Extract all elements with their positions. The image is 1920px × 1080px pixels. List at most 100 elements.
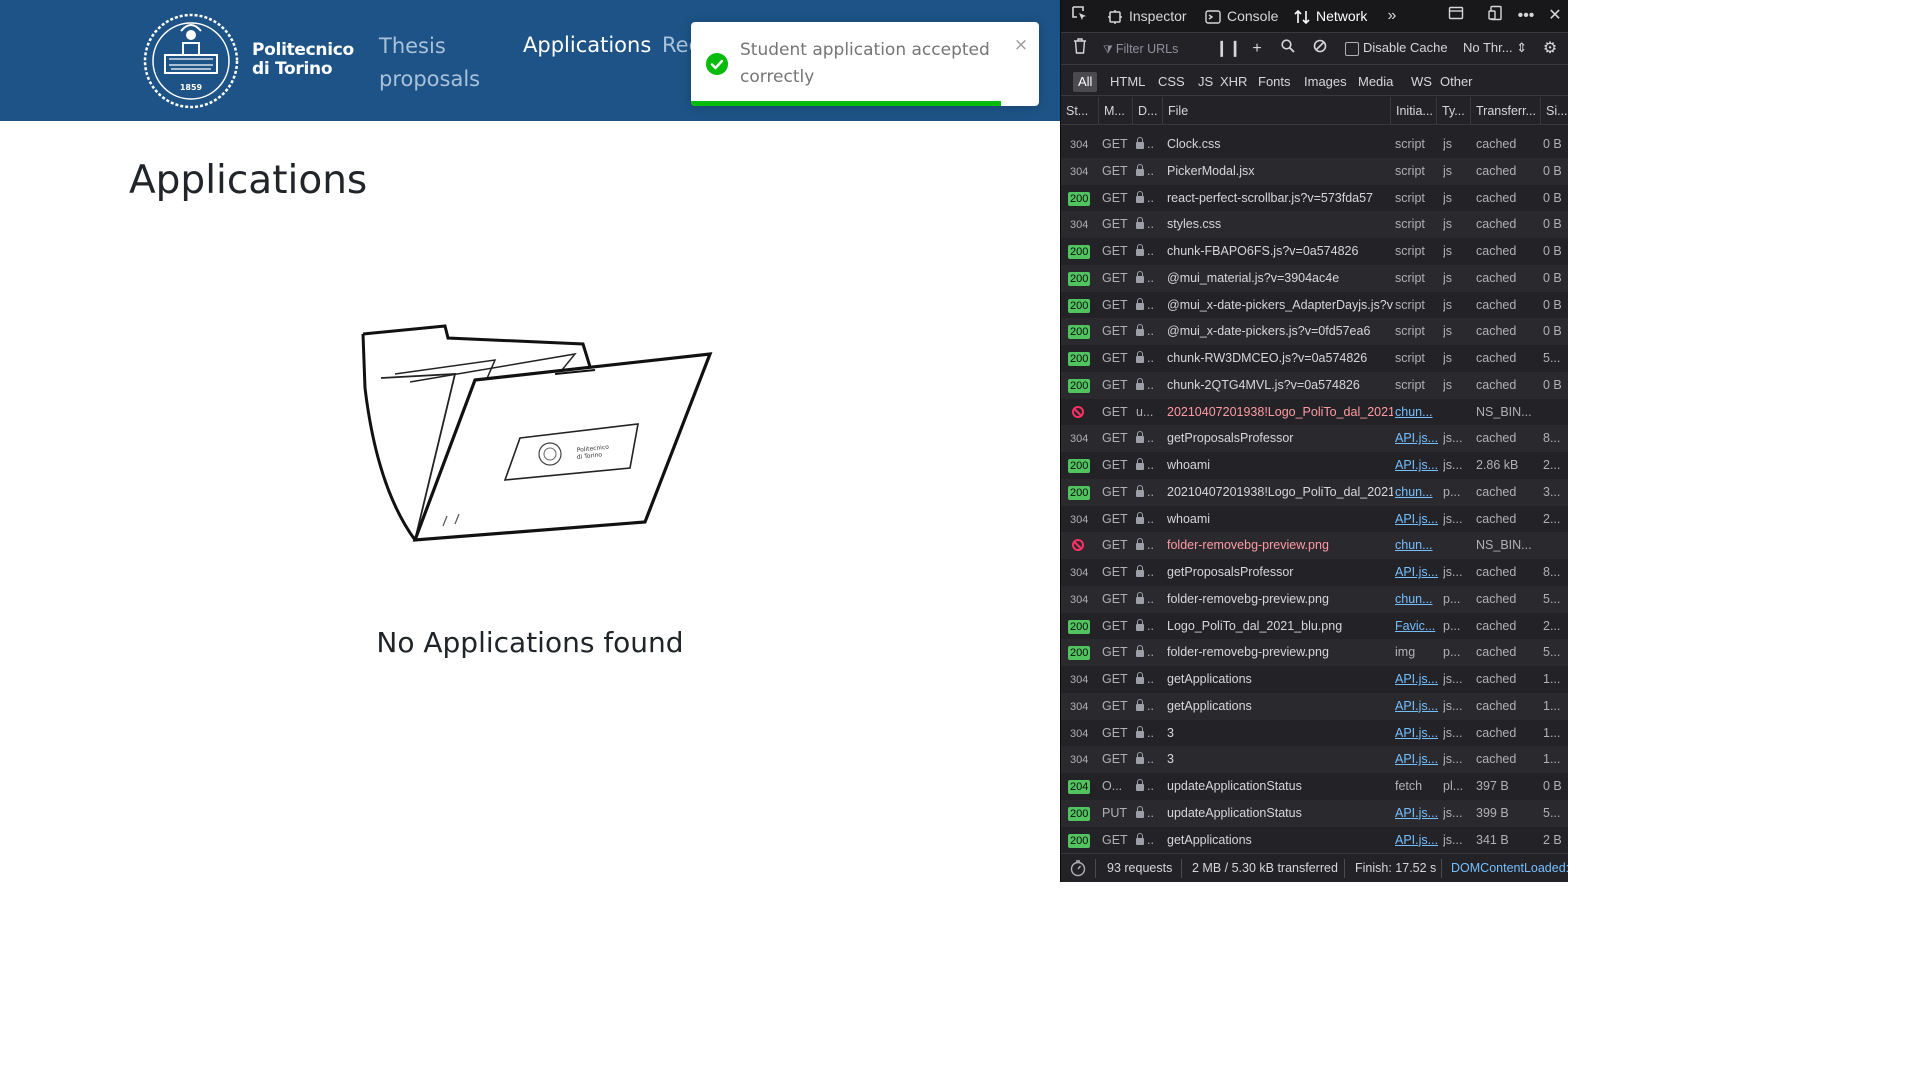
request-row[interactable]: 200 GET.. 20210407201938!Logo_PoliTo_dal_2…	[1061, 478, 1568, 506]
pause-icon[interactable]: ❙❙	[1215, 38, 1242, 60]
request-initiator[interactable]: API.js...	[1395, 800, 1439, 827]
column-header-type[interactable]: Ty...	[1437, 97, 1471, 125]
request-row[interactable]: 200 GET.. @mui_x-date-pickers_AdapterDayjs…	[1061, 292, 1568, 319]
request-row[interactable]: 304 GET.. folder-removebg-preview.png chun.…	[1061, 585, 1568, 613]
request-type: js...	[1443, 672, 1463, 686]
request-row[interactable]: 304 GET.. getApplications API.js... js... cac…	[1061, 692, 1568, 720]
status-badge: 304	[1070, 433, 1089, 446]
request-row[interactable]: 200 GET.. whoami API.js... js... 2.86 kB 2...	[1061, 452, 1568, 479]
toast-progress-bar	[691, 101, 1001, 106]
request-size: 0 B	[1543, 324, 1562, 339]
tab-network[interactable]: Network	[1294, 0, 1367, 33]
request-initiator[interactable]: Favic...	[1395, 613, 1439, 640]
column-header-size[interactable]: Si...	[1541, 97, 1568, 125]
options-menu-icon[interactable]: •••	[1515, 5, 1537, 27]
blocked-request-icon	[1068, 399, 1094, 426]
request-initiator[interactable]: API.js...	[1395, 827, 1439, 853]
request-row[interactable]: 304 GET.. getProposalsProfessor API.js... js…	[1061, 559, 1568, 586]
filter-type-all[interactable]: All	[1073, 72, 1098, 92]
request-row[interactable]: 200 GET.. getApplications API.js... js... 341…	[1061, 827, 1568, 853]
request-size: 2...	[1543, 511, 1561, 526]
request-row[interactable]: 200 GET.. chunk-2QTG4MVL.js?v=0a574826 scri…	[1061, 371, 1568, 399]
request-initiator[interactable]: API.js...	[1395, 425, 1439, 452]
request-initiator: script	[1395, 297, 1425, 312]
request-row[interactable]: 204 O..... updateApplicationStatus fetch pl.…	[1061, 773, 1568, 800]
request-initiator[interactable]: chun...	[1395, 479, 1439, 506]
column-header-transferred[interactable]: Transferr...	[1471, 97, 1541, 125]
request-row[interactable]: 200 PUT.. updateApplicationStatus API.js...…	[1061, 799, 1568, 827]
tab-inspector[interactable]: Inspector	[1107, 0, 1187, 33]
request-initiator[interactable]: API.js...	[1395, 693, 1439, 720]
column-header-file[interactable]: File	[1163, 97, 1391, 125]
filter-type-css[interactable]: CSS	[1153, 72, 1190, 92]
request-row[interactable]: 304 GET.. styles.css script js cached 0 B	[1061, 211, 1568, 238]
request-initiator[interactable]: API.js...	[1395, 452, 1439, 479]
tab-console[interactable]: Console	[1205, 0, 1278, 33]
responsive-design-icon[interactable]	[1485, 5, 1507, 27]
close-devtools-icon[interactable]: ✕	[1544, 5, 1566, 27]
request-method: GET	[1102, 324, 1128, 339]
request-row[interactable]: 304 GET.. whoami API.js... js... cached 2...	[1061, 506, 1568, 533]
request-row[interactable]: 304 GET.. getProposalsProfessor API.js... js…	[1061, 425, 1568, 452]
nav-link-applications[interactable]: Applications	[523, 29, 651, 62]
request-row[interactable]: 200 GET.. chunk-FBAPO6FS.js?v=0a574826 scri…	[1061, 238, 1568, 265]
column-header-domain[interactable]: D...	[1133, 97, 1163, 125]
throttling-select[interactable]: No Thr... ⇕	[1463, 40, 1527, 56]
brand-logo[interactable]: 1859 Politecnico di Torino	[141, 13, 356, 109]
request-initiator[interactable]: chun...	[1395, 532, 1439, 559]
lock-icon	[1136, 244, 1144, 256]
toast-message: Student application accepted correctly	[740, 37, 990, 91]
column-header-initiator[interactable]: Initia...	[1391, 97, 1437, 125]
filter-urls-input[interactable]: ⧩ Filter URLs	[1103, 39, 1203, 59]
filter-type-images[interactable]: Images	[1299, 72, 1352, 92]
svg-text:1859: 1859	[180, 83, 203, 92]
request-size: 0 B	[1543, 377, 1562, 392]
filter-type-media[interactable]: Media	[1353, 72, 1398, 92]
request-initiator[interactable]: API.js...	[1395, 720, 1439, 747]
block-requests-icon[interactable]	[1309, 38, 1331, 60]
split-console-icon[interactable]	[1445, 5, 1467, 27]
column-header-method[interactable]: M...	[1099, 97, 1133, 125]
filter-type-fonts[interactable]: Fonts	[1253, 72, 1296, 92]
nav-link-thesis-proposals[interactable]: Thesis proposals	[379, 30, 509, 96]
request-method: GET	[1102, 431, 1128, 446]
request-initiator[interactable]: chun...	[1395, 586, 1439, 613]
request-row[interactable]: 200 GET.. folder-removebg-preview.png img p.…	[1061, 639, 1568, 666]
request-row[interactable]: 200 GET.. chunk-RW3DMCEO.js?v=0a574826 scri…	[1061, 345, 1568, 372]
request-row[interactable]: 304 GET.. 3 API.js... js... cached 1...	[1061, 720, 1568, 747]
request-initiator[interactable]: API.js...	[1395, 666, 1439, 693]
request-initiator[interactable]: API.js...	[1395, 559, 1439, 586]
request-row[interactable]: GET u... 20210407201938!Logo_PoliTo_dal_20…	[1061, 399, 1568, 426]
request-initiator[interactable]: API.js...	[1395, 506, 1439, 533]
request-initiator[interactable]: chun...	[1395, 399, 1439, 426]
request-row[interactable]: 304 GET.. PickerModal.jsx script js cached 0 B	[1061, 157, 1568, 185]
request-type: js	[1443, 270, 1453, 285]
request-row[interactable]: 200 GET.. @mui_x-date-pickers.js?v=0fd57ea…	[1061, 318, 1568, 345]
request-row[interactable]: 304 GET.. Clock.css script js cached 0 B	[1061, 131, 1568, 158]
column-header-status[interactable]: St...	[1061, 97, 1099, 125]
filter-type-html[interactable]: HTML	[1105, 72, 1150, 92]
status-code: 200	[1068, 479, 1094, 506]
request-row[interactable]: GET.. folder-removebg-preview.png chun... N…	[1061, 532, 1568, 559]
request-row[interactable]: 200 GET.. Logo_PoliTo_dal_2021_blu.png Favi…	[1061, 613, 1568, 640]
request-row[interactable]: 304 GET.. getApplications API.js... js... cac…	[1061, 666, 1568, 693]
disable-cache-checkbox[interactable]	[1345, 42, 1359, 56]
request-row[interactable]: 200 GET.. @mui_material.js?v=3904ac4e scrip…	[1061, 264, 1568, 292]
request-file: styles.css	[1167, 217, 1222, 232]
request-initiator[interactable]: API.js...	[1395, 746, 1439, 773]
network-settings-gear-icon[interactable]: ⚙	[1539, 38, 1561, 60]
performance-timer-icon[interactable]	[1069, 854, 1087, 882]
add-request-icon[interactable]: +	[1246, 38, 1268, 60]
more-tabs-chevron-icon[interactable]: »	[1381, 5, 1403, 27]
nav-thesis-line-1: Thesis	[379, 34, 446, 58]
search-icon[interactable]	[1277, 38, 1299, 60]
request-row[interactable]: 200 GET.. react-perfect-scrollbar.js?v=573…	[1061, 185, 1568, 212]
filter-type-other[interactable]: Other	[1435, 72, 1478, 92]
filter-type-xhr[interactable]: XHR	[1215, 72, 1252, 92]
toast-close-button[interactable]: ×	[1011, 35, 1031, 55]
request-type: js...	[1443, 511, 1463, 526]
element-picker-icon[interactable]	[1069, 5, 1091, 27]
request-row[interactable]: 304 GET.. 3 API.js... js... cached 1...	[1061, 746, 1568, 773]
filter-type-ws[interactable]: WS	[1406, 72, 1437, 92]
clear-trash-icon[interactable]	[1069, 38, 1091, 60]
